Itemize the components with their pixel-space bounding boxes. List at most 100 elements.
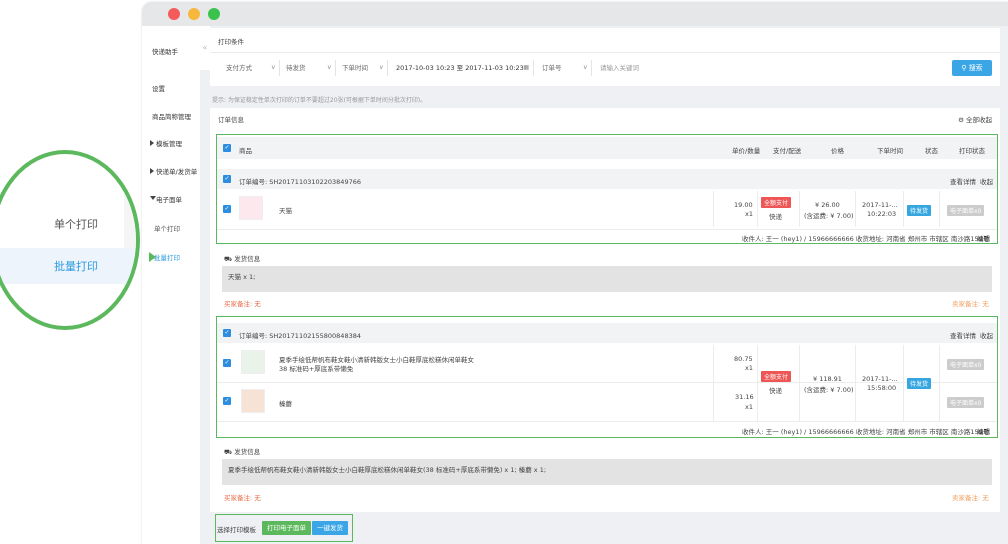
order2-id: 订单编号: SH20171102155800848384 xyxy=(239,332,361,340)
order2-address: 收件人: 王一 (hey1) / 15966666666 收货地址: 河南省 郑… xyxy=(742,428,990,436)
order2-item2-qty: x1 xyxy=(745,403,753,411)
ship-status-select[interactable]: 待发货 v xyxy=(280,60,336,76)
order1-id: 订单编号: SH20171103102203849766 xyxy=(239,178,361,186)
order2-checkbox[interactable]: ✓ xyxy=(223,329,231,337)
calendar-icon: ▦ xyxy=(523,64,529,71)
maximize-window-button[interactable] xyxy=(208,8,220,20)
order1-ship-content: 天猫 x 1; xyxy=(228,273,256,281)
order1-status-badge: 待发货 xyxy=(907,205,932,216)
collapse-sidebar-button[interactable]: « xyxy=(200,26,210,70)
order1-checkbox[interactable]: ✓ xyxy=(223,175,231,183)
order2-delivery: 快递 xyxy=(769,387,782,395)
id-type-select[interactable]: 订单号 v xyxy=(536,60,592,76)
order2-header: ✓ 订单编号: SH20171102155800848384 查看详情 收起 xyxy=(217,323,997,343)
template-label: 选择打印模板 xyxy=(217,526,256,534)
order1-seller-note: 卖家备注: 无 xyxy=(952,300,989,308)
order1-group: ✓ 商品 单价/数量 支付/配送 价格 下单时间 状态 打印状态 ✓ 订单编号:… xyxy=(216,134,998,244)
filter-title: 打印条件 xyxy=(218,38,244,46)
order2-freight: (含运费: ¥ 7.00) xyxy=(804,386,854,394)
chevron-down-icon: v xyxy=(327,64,331,71)
sidebar-item-e-waybill[interactable]: 电子面单 xyxy=(156,194,182,204)
order2-price: ¥ 118.91 xyxy=(813,375,842,383)
col-time: 下单时间 xyxy=(877,147,903,155)
sidebar-item-product-alias[interactable]: 商品简称管理 xyxy=(152,111,191,121)
sidebar-item-waybill[interactable]: 快递单/发货单 xyxy=(156,166,197,176)
date-range-input[interactable]: 2017-10-03 10:23 至 2017-11-03 10:23 ▦ xyxy=(390,60,534,76)
order1-price: ¥ 26.00 xyxy=(815,201,840,209)
sidebar-item-settings[interactable]: 设置 xyxy=(152,83,165,93)
column-header: ✓ 商品 单价/数量 支付/配送 价格 下单时间 状态 打印状态 xyxy=(217,137,997,159)
order1-unit-price: 19.00 xyxy=(734,201,753,209)
order2-item1-spec: 38 标准码+厚底系带懒免 xyxy=(279,365,354,373)
order2-edit-link[interactable]: 编辑 xyxy=(977,426,990,436)
col-status: 状态 xyxy=(925,147,938,155)
sidebar: 快递助手 设置 商品简称管理 模板管理 快递单/发货单 电子面单 单个打印 批量… xyxy=(142,26,200,544)
order1-pay-badge: 全额支付 xyxy=(761,197,792,208)
order2-item2-checkbox[interactable]: ✓ xyxy=(223,397,231,405)
print-e-waybill-button[interactable]: 打印电子面单 xyxy=(262,521,311,535)
order1-date: 2017-11-... xyxy=(862,201,898,209)
time-type-select[interactable]: 下单时间 v xyxy=(336,60,388,76)
expand-right-icon xyxy=(150,168,154,174)
zoom-single-print[interactable]: 单个打印 xyxy=(54,216,98,232)
order2-status-badge: 待发货 xyxy=(907,378,932,389)
order1-time: 10:22:03 xyxy=(867,210,897,218)
order2-item1-checkbox[interactable]: ✓ xyxy=(223,359,231,367)
sidebar-item-single-print[interactable]: 单个打印 xyxy=(154,223,180,233)
order2-seller-note: 卖家备注: 无 xyxy=(952,494,989,502)
order2-item2-print-status: 电子面单x0 xyxy=(947,397,985,408)
order1-address: 收件人: 王一 (hey1) / 15966666666 收货地址: 河南省 郑… xyxy=(742,235,990,243)
payment-method-select[interactable]: 支付方式 v xyxy=(220,60,280,76)
order2-item2-unit: 31.16 xyxy=(735,393,754,401)
order1-edit-link[interactable]: 编辑 xyxy=(977,233,990,243)
order2-time: 15:58:00 xyxy=(867,384,897,392)
title-bar xyxy=(142,2,1008,26)
order1-ship-title: ⛟ 发货信息 xyxy=(224,255,261,263)
order2-item1-unit: 80.75 xyxy=(734,355,753,363)
order1-ship-content-box: 天猫 x 1; xyxy=(222,266,992,292)
order1-freight: (含运费: ¥ 7.00) xyxy=(804,212,854,220)
search-button[interactable]: ⚲ 搜索 xyxy=(952,60,992,76)
order1-item-name: 天猫 xyxy=(279,207,292,215)
sidebar-item-templates[interactable]: 模板管理 xyxy=(156,138,182,148)
product-image xyxy=(241,350,265,374)
order2-ship-title: ⛟ 发货信息 xyxy=(224,448,261,456)
order2-date: 2017-11-... xyxy=(862,375,898,383)
gear-icon: ⚙ xyxy=(958,116,964,124)
chevron-down-icon: v xyxy=(271,64,275,71)
sidebar-title: 快递助手 xyxy=(152,48,178,56)
col-unit: 单价/数量 xyxy=(732,147,761,155)
order1-fold-link[interactable]: 收起 xyxy=(980,176,993,186)
truck-icon: ⛟ xyxy=(224,255,233,263)
order2-group: ✓ 订单编号: SH20171102155800848384 查看详情 收起 ✓… xyxy=(216,316,998,438)
order1-item-checkbox[interactable]: ✓ xyxy=(223,205,231,213)
zoom-batch-print[interactable]: 批量打印 xyxy=(0,248,134,284)
product-image xyxy=(239,196,263,220)
keyword-input[interactable]: 请输入关键词 xyxy=(594,60,950,76)
chevron-down-icon: v xyxy=(379,64,383,71)
col-pay: 支付/配送 xyxy=(773,147,802,155)
collapse-all-button[interactable]: ⚙ 全部收起 xyxy=(958,114,992,124)
close-window-button[interactable] xyxy=(168,8,180,20)
minimize-window-button[interactable] xyxy=(188,8,200,20)
order2-ship-content-box: 夏季手绘低帮帆布鞋女鞋小清新韩版女士小白鞋厚底松糕休闲单鞋女(38 标准码+厚底… xyxy=(222,459,992,485)
col-print-status: 打印状态 xyxy=(959,147,985,155)
order2-pay-badge: 全额支付 xyxy=(761,371,792,382)
search-icon: ⚲ xyxy=(961,64,967,72)
col-price: 价格 xyxy=(831,147,844,155)
order2-ship-content: 夏季手绘低帮帆布鞋女鞋小清新韩版女士小白鞋厚底松糕休闲单鞋女(38 标准码+厚底… xyxy=(228,466,547,474)
order1-buyer-note: 买家备注: 无 xyxy=(224,300,261,308)
one-click-ship-button[interactable]: 一键发货 xyxy=(312,521,348,535)
order1-print-status: 电子面单x0 xyxy=(947,205,985,216)
footer-actions: 选择打印模板 打印电子面单 一键发货 xyxy=(215,514,353,542)
order1-detail-link[interactable]: 查看详情 xyxy=(950,176,976,186)
order2-item1-print-status: 电子面单x0 xyxy=(947,359,985,370)
select-all-checkbox[interactable]: ✓ xyxy=(223,144,231,152)
order2-buyer-note: 买家备注: 无 xyxy=(224,494,261,502)
order2-detail-link[interactable]: 查看详情 xyxy=(950,330,976,340)
chevron-down-icon: v xyxy=(583,64,587,71)
order1-header: ✓ 订单编号: SH20171103102203849766 查看详情 收起 xyxy=(217,169,997,189)
sidebar-item-batch-print[interactable]: 批量打印 xyxy=(154,252,180,262)
zoom-highlight: 单个打印 批量打印 xyxy=(0,150,140,330)
order2-fold-link[interactable]: 收起 xyxy=(980,330,993,340)
